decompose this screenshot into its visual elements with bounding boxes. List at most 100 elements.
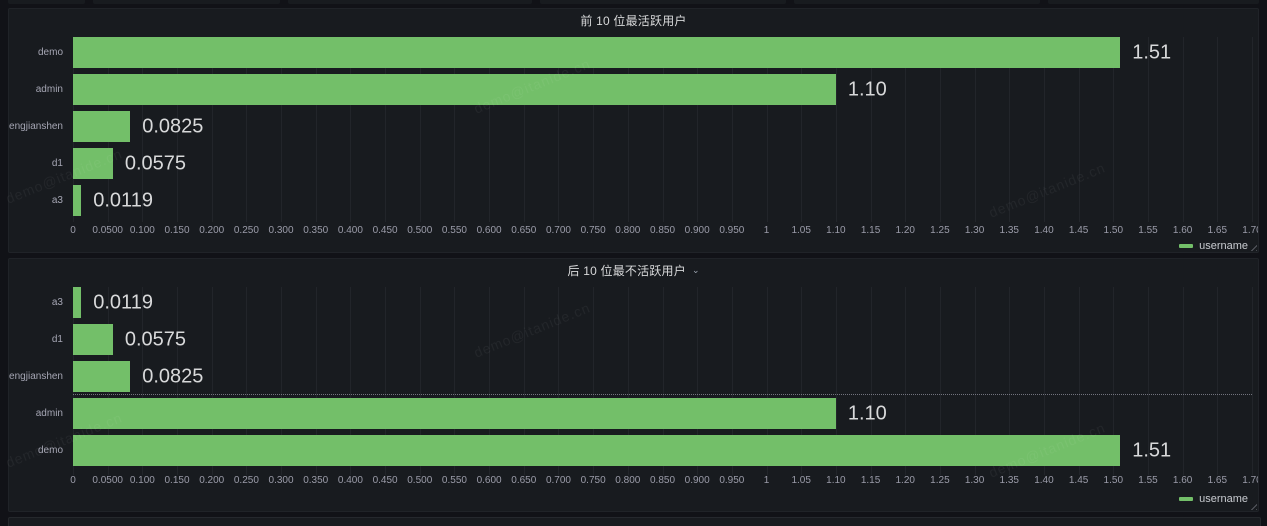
x-axis-tick-label: 1.30 — [965, 475, 984, 486]
x-axis-tick-label: 0.400 — [338, 225, 363, 236]
x-axis-tick-label: 1.20 — [896, 225, 915, 236]
y-axis-label: admin — [9, 398, 73, 429]
x-axis-tick-label: 1.20 — [896, 475, 915, 486]
x-axis-tick-label: 1.55 — [1138, 475, 1157, 486]
bar[interactable] — [73, 324, 113, 355]
panel-least-active-users: 后 10 位最不活跃用户 ⌄ a30.0119 d10.0575 dengjians… — [8, 258, 1259, 512]
bar[interactable] — [73, 148, 113, 179]
panel-title[interactable]: 前 10 位最活跃用户 — [580, 12, 686, 29]
x-axis-tick-label: 1.60 — [1173, 225, 1192, 236]
bar-value-label: 1.10 — [848, 78, 887, 101]
legend-label[interactable]: username — [1199, 493, 1248, 505]
x-axis-tick-label: 0.600 — [477, 225, 502, 236]
bar-row: a3 0.0119 — [9, 185, 1252, 216]
bar-chart-least-active: a30.0119 d10.0575 dengjianshen0.0825 admin 1… — [9, 287, 1252, 491]
bar-track: 0.0575 — [73, 324, 1252, 355]
y-axis-label: demo — [9, 37, 73, 68]
x-axis-tick-label: 0.500 — [407, 225, 432, 236]
bar[interactable] — [73, 74, 836, 105]
x-axis: 00.05000.1000.1500.2000.2500.3000.3500.4… — [73, 222, 1252, 238]
x-axis-tick-label: 0.950 — [719, 225, 744, 236]
x-axis-tick-label: 1 — [764, 225, 770, 236]
bar-value-label: 0.0825 — [142, 115, 203, 138]
x-axis-tick-label: 0.200 — [199, 475, 224, 486]
bar-row: admin 1.10 — [9, 398, 1252, 429]
bar-track: 1.51 — [73, 435, 1252, 466]
x-axis-tick-label: 0.550 — [442, 225, 467, 236]
x-axis-tick-label: 0.700 — [546, 225, 571, 236]
x-axis-tick-label: 1.45 — [1069, 475, 1088, 486]
x-axis-tick-label: 0.0500 — [92, 475, 123, 486]
bar[interactable] — [73, 37, 1120, 68]
bar-track: 1.10 — [73, 74, 1252, 105]
x-axis-tick-label: 1.55 — [1138, 225, 1157, 236]
panel-header[interactable]: 前 10 位最活跃用户 — [9, 9, 1258, 31]
bar-row: admin 1.10 — [9, 74, 1252, 105]
legend[interactable]: username — [9, 491, 1258, 511]
threshold-divider — [73, 394, 1252, 395]
x-axis-tick-label: 1.65 — [1208, 225, 1227, 236]
x-axis-tick-label: 0.600 — [477, 475, 502, 486]
bar-value-label: 1.10 — [848, 402, 887, 425]
x-axis-tick-label: 1.10 — [826, 225, 845, 236]
bar-rows: demo1.51admin1.10dengjianshen0.0825d10.0… — [9, 37, 1252, 216]
y-axis-label: a3 — [9, 185, 73, 216]
panel-edge — [794, 0, 1040, 4]
x-axis-tick-label: 0.300 — [269, 225, 294, 236]
y-axis-label: dengjianshen — [9, 361, 73, 392]
x-axis-tick-label: 0.350 — [303, 225, 328, 236]
bar[interactable] — [73, 111, 130, 142]
panel-title[interactable]: 后 10 位最不活跃用户 — [568, 262, 686, 279]
x-axis-tick-label: 1.15 — [861, 225, 880, 236]
bar[interactable] — [73, 435, 1120, 466]
x-axis-tick-label: 0.400 — [338, 475, 363, 486]
x-axis-tick-label: 1.40 — [1034, 475, 1053, 486]
x-axis-tick-label: 0.300 — [269, 475, 294, 486]
x-axis-tick-label: 0.900 — [685, 225, 710, 236]
y-axis-label: a3 — [9, 287, 73, 318]
x-axis-tick-label: 0.0500 — [92, 225, 123, 236]
y-axis-label: d1 — [9, 148, 73, 179]
chevron-down-icon[interactable]: ⌄ — [692, 266, 700, 275]
bar-row: dengjianshen0.0825 — [9, 361, 1252, 392]
bar-track: 1.51 — [73, 37, 1252, 68]
x-axis-tick-label: 0.450 — [373, 225, 398, 236]
bar[interactable] — [73, 361, 130, 392]
bar-value-label: 1.51 — [1132, 439, 1171, 462]
x-axis-tick-label: 0.850 — [650, 225, 675, 236]
panel-edge — [288, 0, 532, 4]
bar[interactable] — [73, 398, 836, 429]
x-axis-tick-label: 1.30 — [965, 225, 984, 236]
bar-value-label: 0.0119 — [93, 189, 153, 212]
x-axis-tick-label: 0.200 — [199, 225, 224, 236]
bar[interactable] — [73, 185, 81, 216]
x-axis-tick-label: 0.650 — [511, 475, 536, 486]
bar-track: 0.0119 — [73, 185, 1252, 216]
x-axis-tick-label: 0.750 — [581, 225, 606, 236]
y-axis-label: admin — [9, 74, 73, 105]
x-axis-tick-label: 1.25 — [930, 225, 949, 236]
x-axis-tick-label: 0.800 — [615, 225, 640, 236]
x-axis-tick-label: 0.650 — [511, 225, 536, 236]
x-axis-tick-label: 0 — [70, 225, 76, 236]
x-axis-tick-label: 0.100 — [130, 225, 155, 236]
bar-chart-most-active: demo1.51admin1.10dengjianshen0.0825d10.0… — [9, 37, 1252, 238]
panel-edge — [8, 0, 85, 4]
x-axis-tick-label: 0.750 — [581, 475, 606, 486]
bar-value-label: 0.0575 — [125, 328, 186, 351]
gridline — [1252, 287, 1253, 475]
x-axis-tick-label: 1.05 — [791, 475, 810, 486]
panel-header[interactable]: 后 10 位最不活跃用户 ⌄ — [9, 259, 1258, 281]
x-axis-tick-label: 0.100 — [130, 475, 155, 486]
legend-label[interactable]: username — [1199, 240, 1248, 252]
bar-row: d10.0575 — [9, 324, 1252, 355]
x-axis-tick-label: 0.800 — [615, 475, 640, 486]
x-axis-tick-label: 0.150 — [165, 475, 190, 486]
x-axis-tick-label: 1.35 — [1000, 475, 1019, 486]
bar-row: a30.0119 — [9, 287, 1252, 318]
bar-value-label: 1.51 — [1132, 41, 1171, 64]
x-axis-tick-label: 0.350 — [303, 475, 328, 486]
legend[interactable]: username — [9, 238, 1258, 253]
x-axis-tick-label: 0.900 — [685, 475, 710, 486]
bar[interactable] — [73, 287, 81, 318]
